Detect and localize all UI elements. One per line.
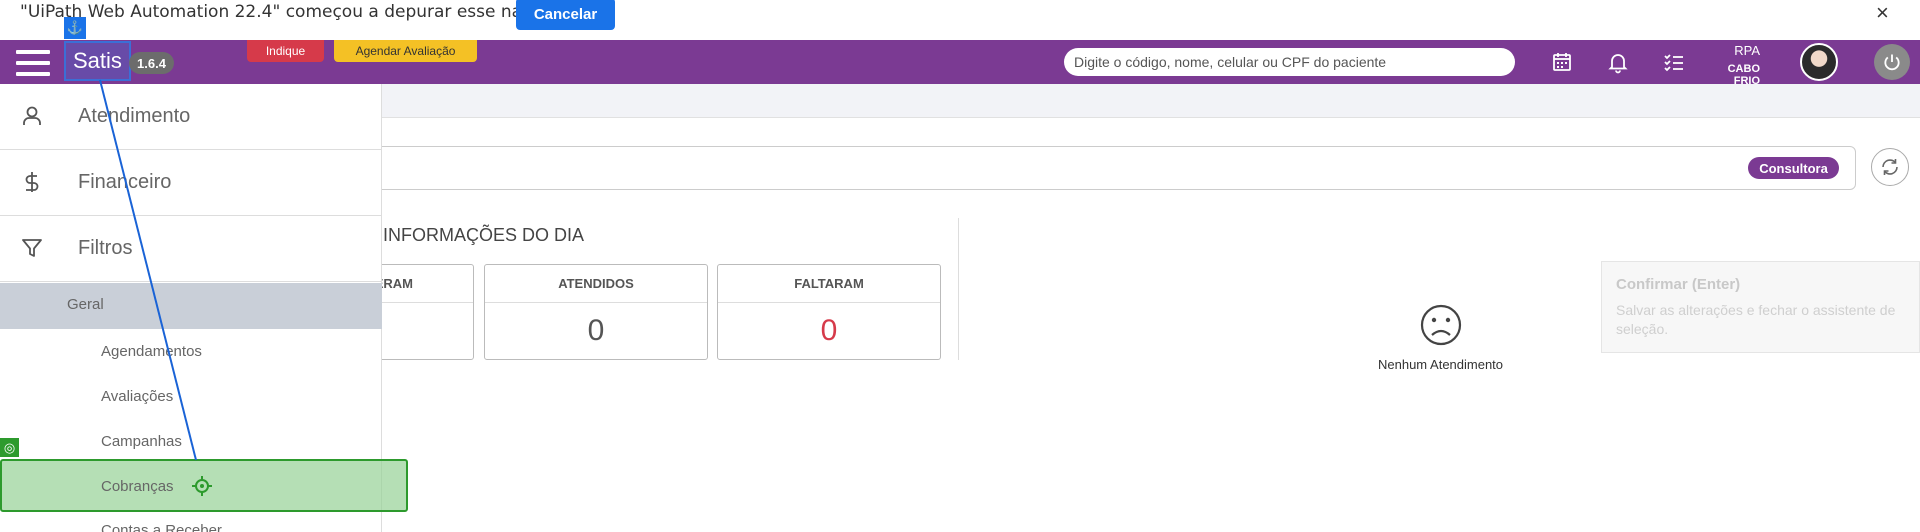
avatar[interactable] (1800, 43, 1838, 81)
cancel-debug-button[interactable]: Cancelar (516, 0, 615, 30)
consultora-badge[interactable]: Consultora (1748, 157, 1839, 179)
anchor-icon: ⚓ (64, 17, 86, 39)
power-icon[interactable] (1874, 44, 1910, 80)
sidebar-group-geral[interactable]: Geral (0, 283, 382, 329)
refresh-icon[interactable] (1871, 148, 1909, 186)
agendar-avaliacao-button[interactable]: Agendar Avaliação (334, 40, 477, 62)
sidebar-subitem-campanhas[interactable]: Campanhas (101, 433, 182, 450)
sidebar-subitem-cobrancas[interactable]: Cobranças (101, 478, 174, 495)
stat-card-faltaram: FALTARAM 0 (717, 264, 941, 360)
sidebar-item-filtros[interactable]: Filtros (0, 216, 382, 282)
calendar-icon[interactable] (1550, 50, 1574, 74)
sidebar-item-financeiro[interactable]: Financeiro (0, 150, 382, 216)
sidebar-subitem-contas-a-receber[interactable]: Contas a Receber (101, 522, 222, 532)
version-badge: 1.6.4 (129, 52, 174, 74)
debug-infobar: "UiPath Web Automation 22.4" começou a d… (0, 0, 1920, 40)
info-title: INFORMAÇÕES DO DIA (383, 225, 585, 245)
tooltip-title: Confirmar (Enter) (1616, 276, 1741, 293)
sidebar-item-label: Filtros (78, 237, 133, 259)
sidebar-subitem-avaliacoes[interactable]: Avaliações (101, 388, 173, 405)
divider (958, 218, 959, 360)
stat-value: 0 (587, 314, 605, 347)
user-name: RPA (1734, 43, 1760, 58)
infobar-message: "UiPath Web Automation 22.4" começou a d… (20, 2, 592, 22)
user-icon (23, 106, 41, 125)
indique-button[interactable]: Indique (247, 40, 324, 62)
sidebar-group-label: Geral (67, 296, 104, 313)
menu-icon[interactable] (16, 50, 50, 78)
target-tag-icon: ◎ (0, 438, 19, 457)
task-list-icon[interactable] (1662, 50, 1686, 74)
stat-label: ATENDIDOS (485, 265, 707, 303)
bell-icon[interactable] (1606, 50, 1630, 74)
dollar-icon (25, 172, 39, 192)
tooltip-description: Salvar as alterações e fechar o assisten… (1616, 302, 1896, 337)
target-icon[interactable] (192, 476, 212, 496)
confirm-tooltip: Confirmar (Enter) Salvar as alterações e… (1601, 261, 1920, 353)
stat-value: 0 (820, 314, 838, 347)
sidebar-item-label: Financeiro (78, 171, 172, 193)
stat-label: FALTARAM (718, 265, 940, 303)
sub-header-bar (382, 84, 1920, 118)
sidebar-item-label: Atendimento (78, 105, 191, 127)
sidebar-subitem-agendamentos[interactable]: Agendamentos (101, 343, 202, 360)
sidebar-item-atendimento[interactable]: Atendimento (0, 84, 382, 150)
sad-face-icon (1420, 304, 1462, 346)
stat-card-atendidos: ATENDIDOS 0 (484, 264, 708, 360)
patient-search-input[interactable]: Digite o código, nome, celular ou CPF do… (1064, 48, 1515, 76)
screen: "UiPath Web Automation 22.4" começou a d… (0, 0, 1920, 532)
empty-state-text: Nenhum Atendimento (1378, 357, 1504, 372)
filter-icon (22, 239, 42, 257)
brand-logo[interactable]: Satis (64, 41, 131, 81)
consulta-filter-bar[interactable] (340, 146, 1856, 190)
close-icon[interactable]: × (1876, 0, 1889, 26)
